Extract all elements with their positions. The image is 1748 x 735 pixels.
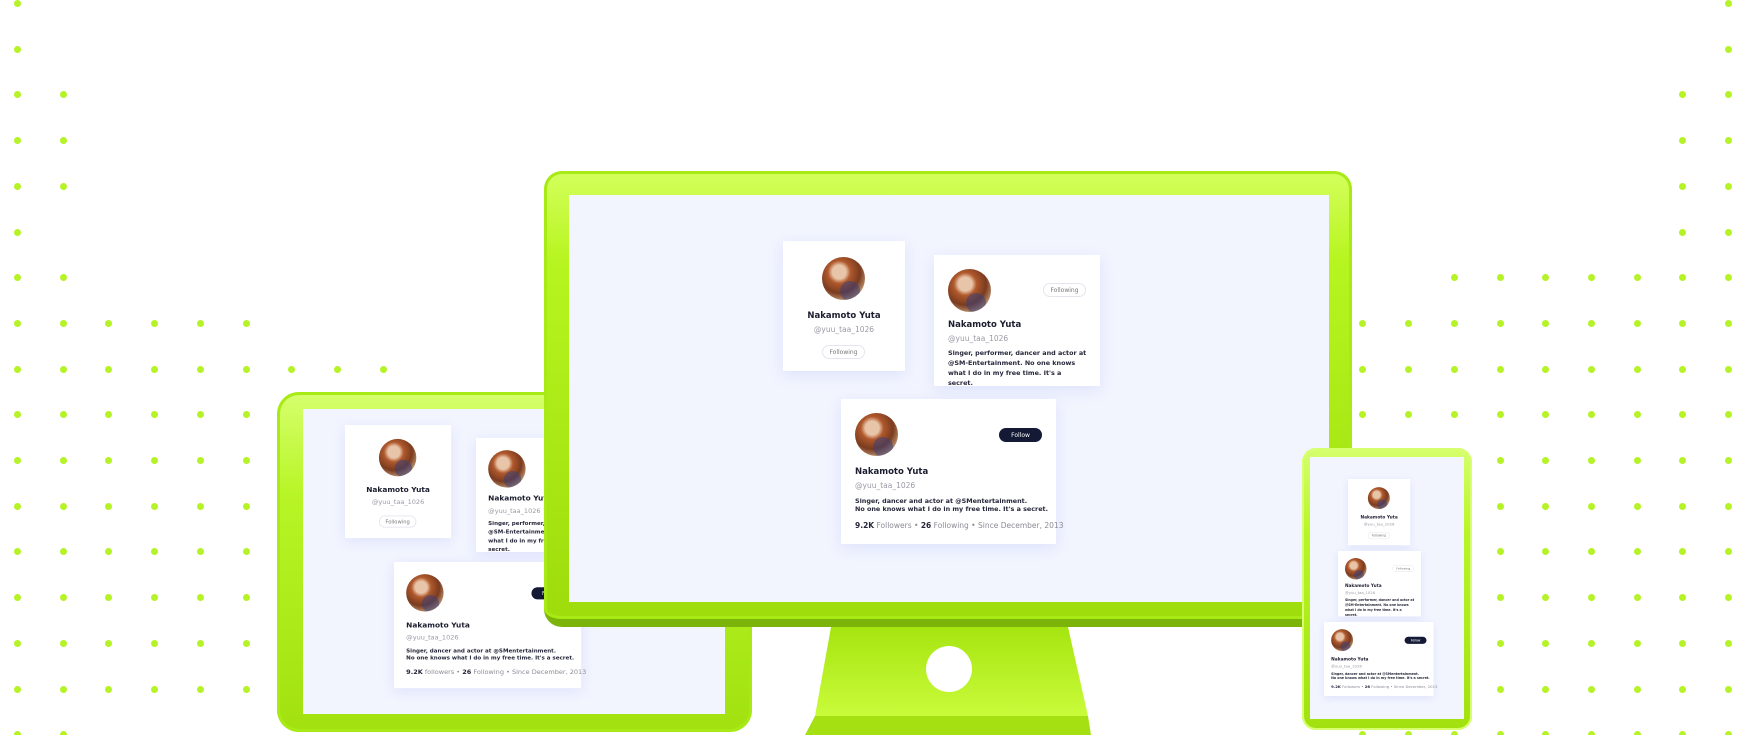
profile-card-wide: FollowNakamoto Yuta@yuu_taa_1026Singer, … [1324, 622, 1437, 696]
profile-name: Nakamoto Yuta [1360, 514, 1398, 520]
profile-handle: @yuu_taa_1026 [1363, 521, 1395, 527]
profile-card-compact: Nakamoto Yuta @yuu_taa_1026 Following [1348, 479, 1411, 546]
avatar [1345, 558, 1367, 580]
monitor-logo-circle [926, 646, 972, 692]
profile-bio: Singer, performer, dancer and actor at @… [1345, 598, 1415, 617]
profile-card-compact: Nakamoto Yuta @yuu_taa_1026 Following [783, 241, 905, 371]
profile-bio-line2: No one knows what I do in my free time. … [1331, 676, 1430, 681]
profile-card-wide: FollowNakamoto Yuta@yuu_taa_1026Singer, … [841, 399, 1063, 544]
monitor-screen: Nakamoto Yuta @yuu_taa_1026 Following Follo… [569, 195, 1329, 602]
following-button[interactable]: Following [822, 345, 865, 359]
follow-button[interactable]: Follow [1404, 636, 1427, 644]
profile-handle: @yuu_taa_1026 [855, 481, 916, 490]
profile-name: Nakamoto Yuta [948, 320, 1022, 330]
profile-handle: @yuu_taa_1026 [1345, 590, 1376, 596]
followers-label: Followers [1342, 684, 1361, 689]
tablet-portrait-screen: Nakamoto Yuta @yuu_taa_1026 Following Follo… [1310, 457, 1464, 719]
since-date: Since December, 2013 [978, 521, 1064, 530]
followers-count: 9.2K [1331, 684, 1341, 689]
profile-handle: @yuu_taa_1026 [1331, 663, 1362, 669]
separator: • [968, 521, 978, 530]
profile-stats: 9.2K Followers • 26 Following • Since De… [1331, 684, 1437, 689]
profile-handle: @yuu_taa_1026 [948, 334, 1009, 343]
tablet-portrait: Nakamoto Yuta @yuu_taa_1026 Following Follo… [1302, 448, 1472, 730]
following-count: 26 [920, 521, 932, 530]
following-count: 26 [1364, 684, 1371, 689]
profile-card-medium: Following Nakamoto Yuta @yuu_taa_1026 Singe… [934, 255, 1100, 387]
avatar [1331, 629, 1354, 652]
following-button[interactable]: Following [1367, 532, 1390, 540]
avatar [948, 269, 991, 312]
profile-handle: @yuu_taa_1026 [813, 325, 875, 334]
profile-card-medium: Following Nakamoto Yuta@yuu_taa_1026 Singe… [1338, 551, 1421, 617]
profile-name: Nakamoto Yuta [807, 311, 881, 321]
avatar [822, 257, 865, 300]
separator: • [911, 521, 921, 530]
following-label: Following [1371, 684, 1390, 689]
device-showcase: Nakamoto Yuta@yuu_taa_1026FollowingFollo… [0, 0, 1748, 735]
profile-stats: 9.2K Followers • 26 Following • Since De… [855, 521, 1063, 530]
avatar [1367, 487, 1390, 510]
profile-bio-line2: No one knows what I do in my free time. … [855, 505, 1049, 513]
profile-bio: Singer, performer, dancer and actor at @… [948, 349, 1087, 387]
profile-name: Nakamoto Yuta [1345, 583, 1382, 589]
follow-button[interactable]: Follow [999, 428, 1042, 442]
following-button[interactable]: Following [1392, 565, 1414, 572]
since-date: Since December, 2013 [1393, 684, 1438, 689]
following-button[interactable]: Following [1043, 283, 1086, 297]
followers-label: Followers [876, 521, 912, 530]
profile-name: Nakamoto Yuta [1331, 656, 1369, 662]
avatar [855, 413, 898, 456]
profile-name: Nakamoto Yuta [855, 467, 929, 477]
followers-count: 9.2K [855, 521, 875, 530]
following-label: Following [933, 521, 969, 530]
